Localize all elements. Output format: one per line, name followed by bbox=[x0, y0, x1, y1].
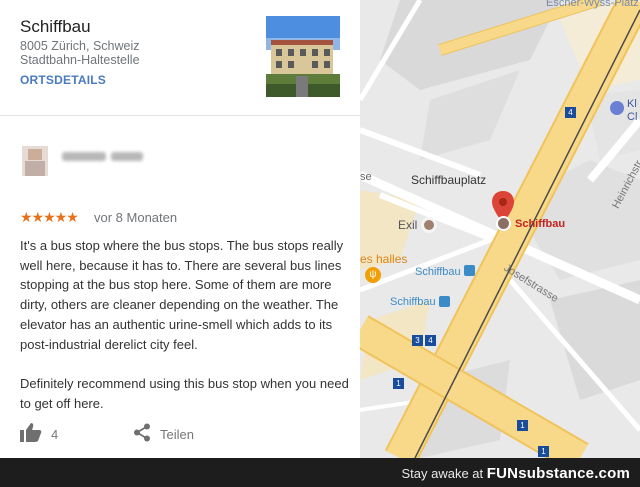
share-icon bbox=[133, 423, 151, 445]
place-photo[interactable] bbox=[266, 16, 340, 97]
review-time: vor 8 Monaten bbox=[94, 210, 178, 225]
review-card: ★★★★★ vor 8 Monaten It's a bus stop wher… bbox=[0, 116, 360, 458]
transit-stop-icon[interactable] bbox=[464, 265, 475, 276]
map-label-right-c: Cl bbox=[627, 111, 638, 123]
place-title: Schiffbau bbox=[20, 17, 91, 36]
map-label-se: se bbox=[360, 171, 372, 183]
map-label-escher-wyss: Escher-Wyss-Platz bbox=[546, 0, 639, 9]
map-label-halles: es halles bbox=[360, 252, 408, 266]
map-label-stop-schiffbau-2: Schiffbau bbox=[390, 296, 436, 308]
route-badge: 1 bbox=[517, 420, 528, 431]
map-label-schiffbauplatz: Schiffbauplatz bbox=[411, 173, 487, 187]
thumbs-up-icon bbox=[20, 423, 42, 445]
place-panel: Schiffbau 8005 Zürich, Schweiz Stadtbahn… bbox=[0, 0, 360, 458]
bus-stop-marker-icon[interactable] bbox=[496, 216, 511, 231]
venue-icon[interactable] bbox=[421, 217, 437, 233]
map-label-selected-place: Schiffbau bbox=[515, 218, 566, 230]
review-text: It's a bus stop where the bus stops. The… bbox=[20, 238, 349, 411]
watermark-brand: FUNsubstance.com bbox=[486, 465, 630, 482]
watermark-text: Stay awake at FUNsubstance.com bbox=[401, 465, 630, 482]
watermark-prefix: Stay awake at bbox=[401, 466, 484, 481]
reviewer-name-blurred bbox=[62, 152, 143, 161]
like-count: 4 bbox=[51, 426, 59, 442]
place-category: Stadtbahn-Haltestelle bbox=[20, 53, 140, 67]
watermark-bar: Stay awake at FUNsubstance.com bbox=[0, 458, 640, 487]
place-header: Schiffbau 8005 Zürich, Schweiz Stadtbahn… bbox=[0, 0, 360, 116]
avatar[interactable] bbox=[22, 146, 48, 176]
like-button[interactable]: 4 bbox=[20, 423, 58, 445]
map-label-stop-schiffbau-1: Schiffbau bbox=[415, 266, 461, 278]
transit-stop-icon[interactable] bbox=[439, 296, 450, 307]
route-badge: 1 bbox=[393, 378, 404, 389]
info-poi-icon[interactable] bbox=[610, 101, 624, 115]
map-label-exil: Exil bbox=[398, 218, 418, 232]
route-badge: 3 bbox=[412, 335, 423, 346]
route-badge: 4 bbox=[565, 107, 576, 118]
map-label-right-k: Kl bbox=[627, 98, 637, 110]
share-label: Teilen bbox=[160, 426, 194, 442]
route-badge: 4 bbox=[425, 335, 436, 346]
place-details-link[interactable]: ORTSDETAILS bbox=[20, 73, 106, 87]
route-badge: 1 bbox=[538, 446, 549, 457]
restaurant-icon[interactable]: ψ bbox=[365, 267, 381, 283]
map-view[interactable]: Escher-Wyss-Platz Schiffbauplatz se Exil… bbox=[360, 0, 640, 458]
share-button[interactable]: Teilen bbox=[133, 423, 194, 445]
place-address: 8005 Zürich, Schweiz bbox=[20, 39, 140, 53]
rating-stars: ★★★★★ bbox=[20, 209, 79, 225]
